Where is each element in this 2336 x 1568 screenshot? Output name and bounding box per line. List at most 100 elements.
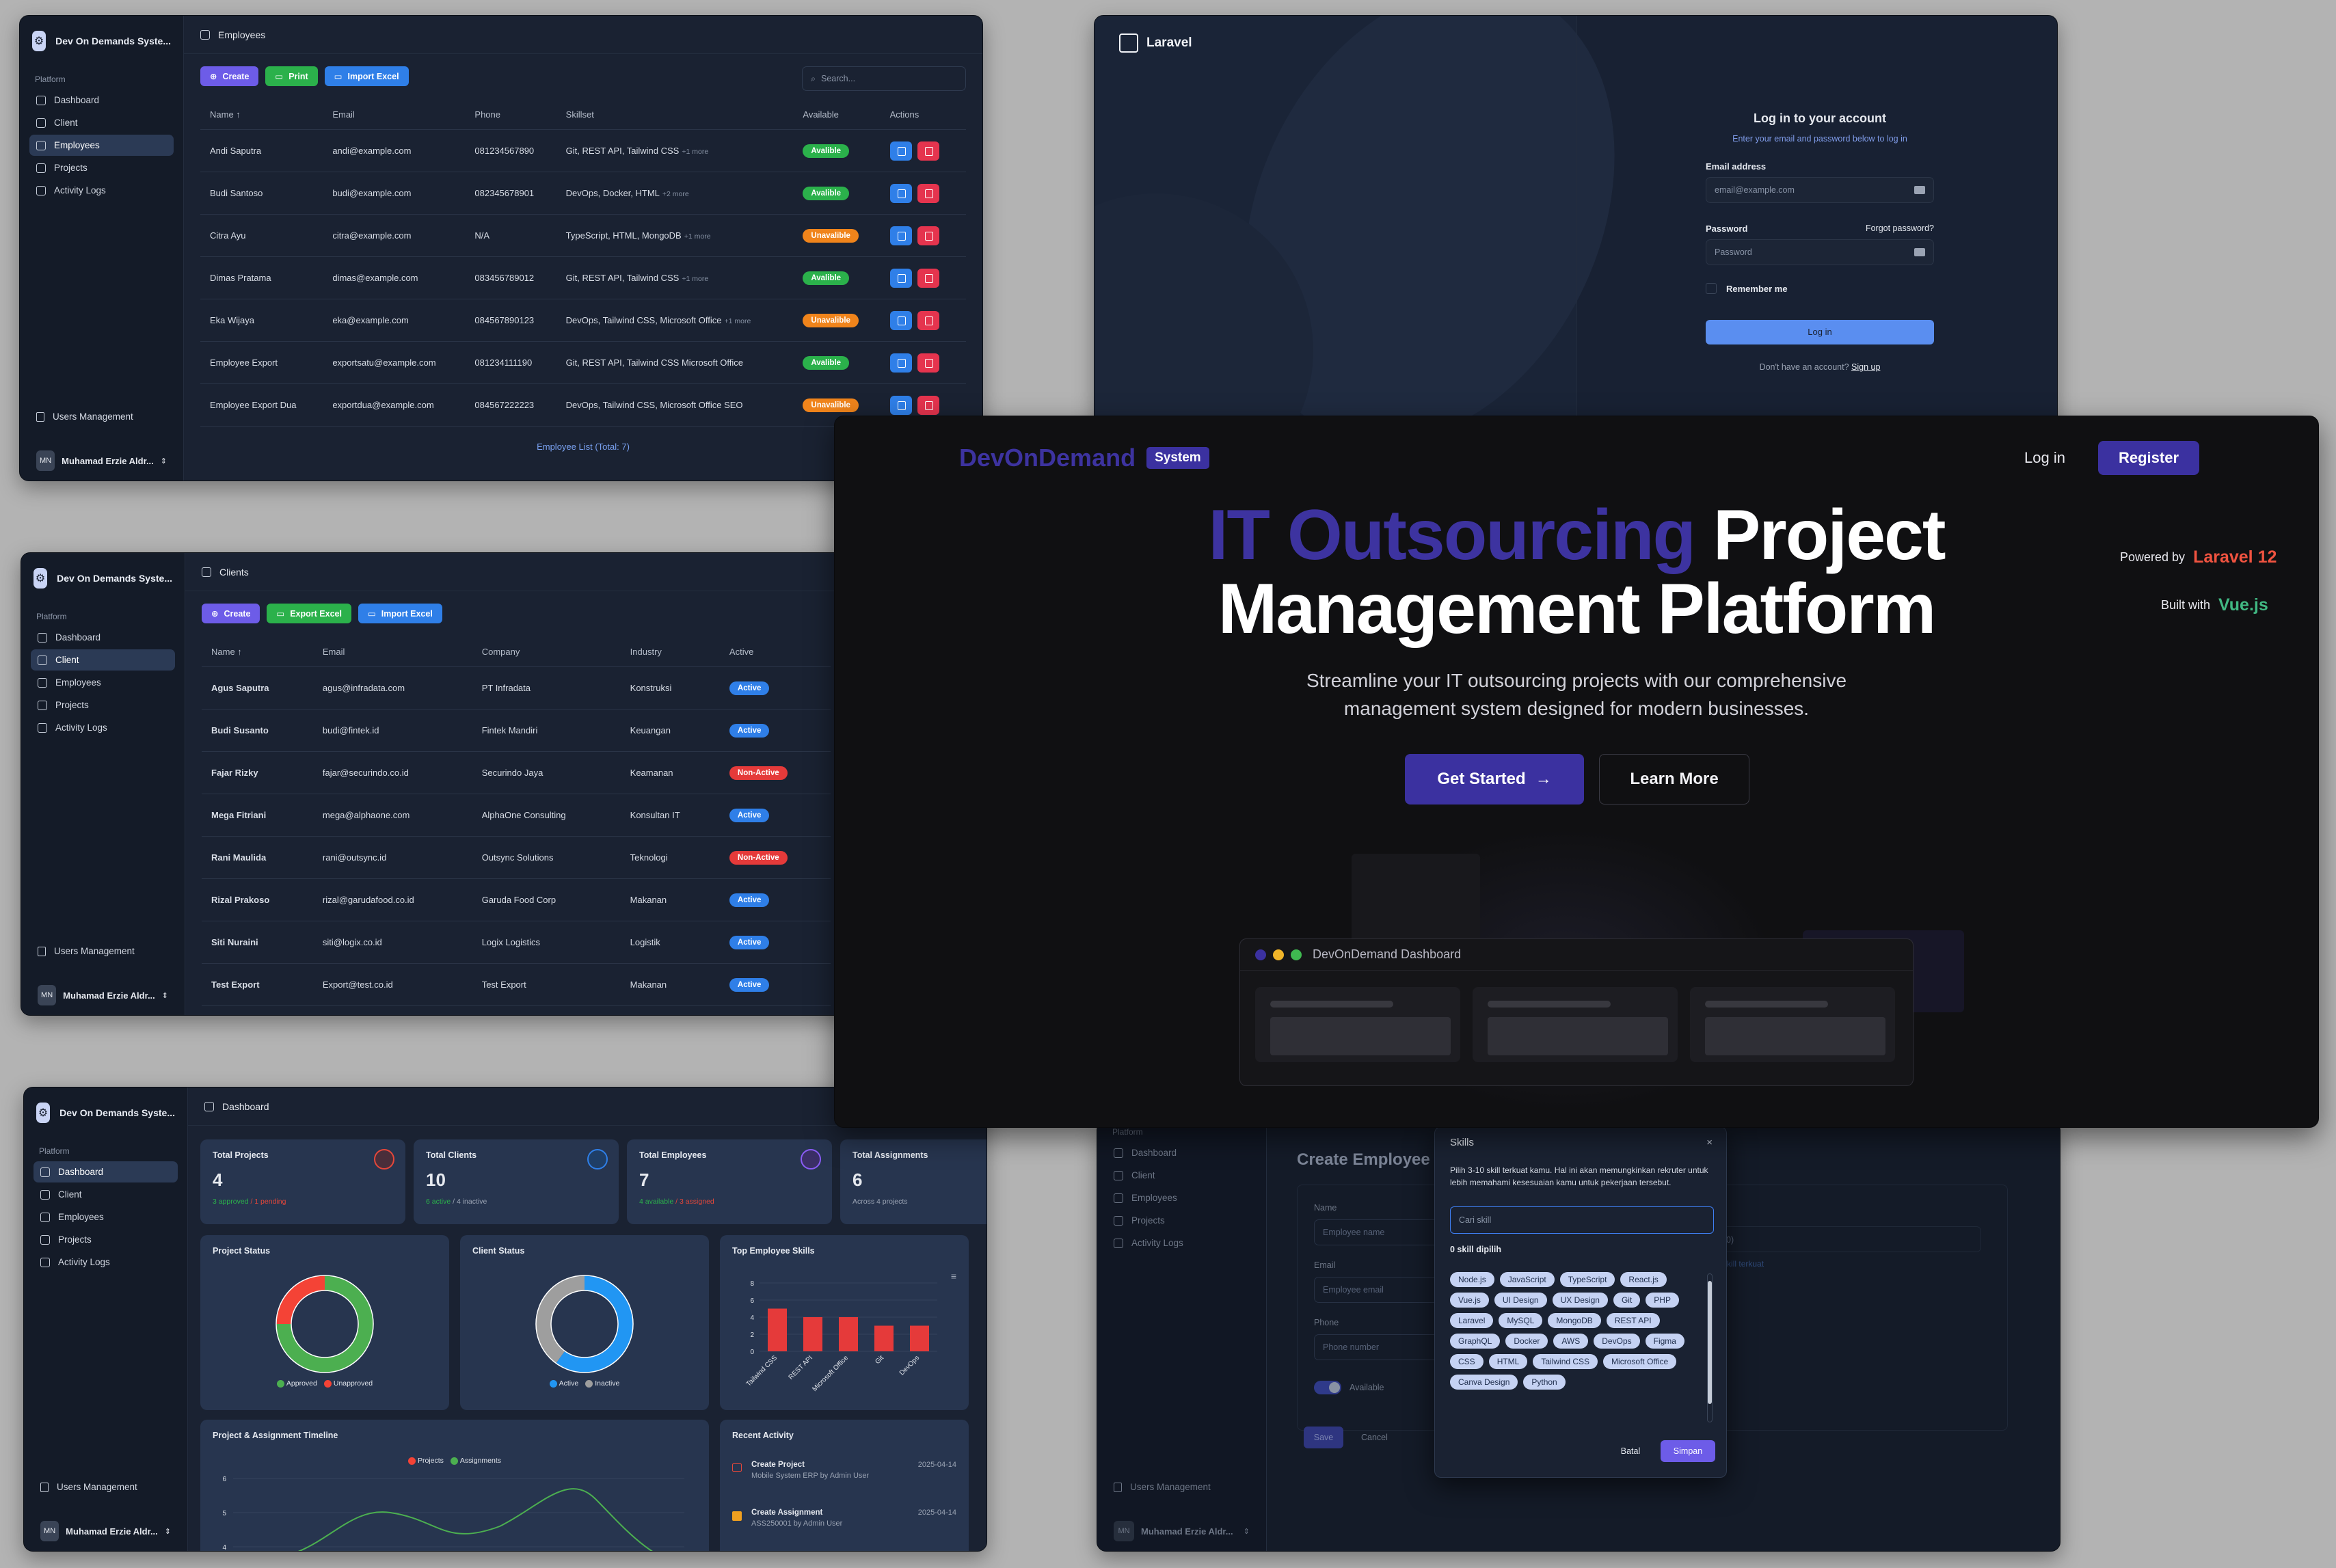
trash-icon[interactable] (917, 353, 939, 373)
skill-chip[interactable]: REST API (1606, 1313, 1660, 1328)
table-row[interactable]: Siti Nuraini siti@logix.co.id Logix Logist… (202, 921, 831, 964)
phone-field[interactable]: Phone number (1314, 1334, 1451, 1360)
skill-chip[interactable]: PHP (1646, 1293, 1679, 1308)
edit-icon[interactable] (889, 141, 912, 161)
sidebar-item-projects[interactable]: Projects (29, 157, 174, 178)
user-menu[interactable]: MN Muhamad Erzie Aldr... ⇕ (29, 446, 174, 481)
edit-icon[interactable] (889, 226, 912, 245)
bar-tailwind-css[interactable] (768, 1308, 787, 1352)
bar-microsoft-office[interactable] (839, 1317, 858, 1351)
chips-scrollbar[interactable] (1707, 1273, 1713, 1422)
edit-icon[interactable] (889, 310, 912, 330)
table-row[interactable]: Eka Wijaya eka@example.com 084567890123 Dev… (200, 299, 966, 342)
sidebar-item-employees[interactable]: Employees (1107, 1187, 1257, 1208)
table-row[interactable]: Andi Saputra andi@example.com 081234567890… (200, 129, 966, 172)
skill-chip[interactable]: Docker (1505, 1334, 1548, 1349)
import-excel-button[interactable]: ▭ Import Excel (324, 66, 409, 86)
bar-git[interactable] (874, 1325, 894, 1352)
cancel-button[interactable]: Batal (1613, 1440, 1648, 1462)
remember-row[interactable]: Remember me (1706, 283, 1934, 294)
sidebar-item-projects[interactable]: Projects (1107, 1210, 1257, 1231)
skill-chip[interactable]: CSS (1450, 1354, 1484, 1369)
table-row[interactable]: Rani Maulida rani@outsync.id Outsync Solut… (202, 836, 831, 879)
user-menu[interactable]: MN Muhamad Erzie Aldr... ⇕ (1107, 1517, 1257, 1551)
learn-more-button[interactable]: Learn More (1599, 754, 1749, 805)
sidebar-item-activity-logs[interactable]: Activity Logs (33, 1252, 178, 1273)
series-assignments[interactable] (254, 1488, 691, 1552)
user-menu[interactable]: MN Muhamad Erzie Aldr... ⇕ (33, 1517, 178, 1551)
close-icon[interactable]: × (1706, 1137, 1713, 1148)
table-row[interactable]: Agus Saputra agus@infradata.com PT Infrada… (202, 666, 831, 709)
forgot-password-link[interactable]: Forgot password? (1866, 224, 1934, 234)
password-field[interactable]: Password (1706, 239, 1934, 265)
skill-chip[interactable]: AWS (1553, 1334, 1589, 1349)
edit-icon[interactable] (889, 183, 912, 203)
skill-chip[interactable]: UX Design (1552, 1293, 1608, 1308)
sidebar-item-client[interactable]: Client (31, 649, 175, 671)
table-row[interactable]: Fajar Rizky fajar@securindo.co.id Securind… (202, 751, 831, 794)
sidebar-item-employees[interactable]: Employees (33, 1206, 178, 1228)
password-manager-icon[interactable] (1914, 248, 1925, 256)
skill-chip[interactable]: Vue.js (1450, 1293, 1489, 1308)
skill-chip[interactable]: JavaScript (1499, 1272, 1555, 1287)
table-row[interactable]: Dimas Pratama dimas@example.com 0834567890… (200, 256, 966, 299)
sidebar-item-projects[interactable]: Projects (33, 1229, 178, 1250)
email-field[interactable]: Employee email (1314, 1277, 1451, 1303)
skill-chip[interactable]: Microsoft Office (1603, 1354, 1677, 1369)
skill-chip[interactable]: Figma (1645, 1334, 1684, 1349)
available-toggle[interactable] (1314, 1381, 1341, 1394)
trash-icon[interactable] (917, 226, 939, 245)
skill-chip[interactable]: React.js (1620, 1272, 1667, 1287)
skill-search-input[interactable]: Cari skill (1450, 1206, 1714, 1234)
sidebar-item-client[interactable]: Client (29, 112, 174, 133)
skill-chip[interactable]: MongoDB (1548, 1313, 1601, 1328)
trash-icon[interactable] (917, 268, 939, 288)
sidebar-item-employees[interactable]: Employees (29, 135, 174, 156)
register-button[interactable]: Register (2098, 441, 2200, 475)
export-excel-button[interactable]: ▭ Export Excel (267, 604, 351, 623)
activity-item[interactable]: Create Assignment ASS250001 by Admin User… (732, 1509, 956, 1528)
save-button[interactable]: Save (1304, 1427, 1343, 1448)
column-header[interactable]: Name ↑ (200, 100, 323, 130)
sidebar-item-client[interactable]: Client (1107, 1165, 1257, 1186)
cancel-button[interactable]: Cancel (1361, 1427, 1388, 1448)
sidebar-item-activity-logs[interactable]: Activity Logs (1107, 1232, 1257, 1254)
skill-chip[interactable]: DevOps (1594, 1334, 1640, 1349)
activity-item[interactable]: Create Project Mobile System ERP by Admin… (732, 1461, 956, 1480)
name-field[interactable]: Employee name (1314, 1219, 1451, 1245)
print-button[interactable]: ▭ Print (265, 66, 318, 86)
trash-icon[interactable] (917, 310, 939, 330)
skill-chip[interactable]: UI Design (1494, 1293, 1547, 1308)
get-started-button[interactable]: Get Started → (1405, 754, 1584, 805)
table-row[interactable]: Employee Export exportsatu@example.com 081… (200, 341, 966, 384)
skill-chip[interactable]: MySQL (1499, 1313, 1543, 1328)
sidebar-toggle-icon[interactable] (202, 567, 211, 577)
save-button[interactable]: Simpan (1661, 1440, 1715, 1462)
scroll-thumb[interactable] (1708, 1281, 1712, 1404)
trash-icon[interactable] (917, 141, 939, 161)
sidebar-item-dashboard[interactable]: Dashboard (33, 1161, 178, 1182)
trash-icon[interactable] (917, 183, 939, 203)
table-row[interactable]: Rizal Prakoso rizal@garudafood.co.id Garud… (202, 878, 831, 921)
import-excel-button[interactable]: ▭ Import Excel (358, 604, 442, 623)
table-row[interactable]: Budi Santoso budi@example.com 082345678901… (200, 172, 966, 215)
sidebar-item-activity-logs[interactable]: Activity Logs (31, 717, 175, 738)
remember-checkbox[interactable] (1706, 283, 1717, 294)
password-manager-icon[interactable] (1914, 186, 1925, 194)
sidebar-toggle-icon[interactable] (204, 1101, 214, 1111)
login-link[interactable]: Log in (2024, 449, 2065, 467)
menu-icon[interactable]: ≡ (951, 1271, 956, 1282)
table-row[interactable]: Budi Susanto budi@fintek.id Fintek Mandiri… (202, 709, 831, 752)
table-row[interactable]: Mega Fitriani mega@alphaone.com AlphaOne C… (202, 794, 831, 837)
email-field[interactable]: email@example.com (1706, 177, 1934, 203)
create-button[interactable]: ⊕ Create (200, 66, 259, 86)
create-button[interactable]: ⊕ Create (202, 604, 260, 623)
brand-logo[interactable]: DevOnDemand System (959, 444, 1209, 472)
skill-chip[interactable]: Tailwind CSS (1533, 1354, 1598, 1369)
skill-chip[interactable]: Node.js (1450, 1272, 1494, 1287)
sidebar-item-dashboard[interactable]: Dashboard (29, 90, 174, 111)
skill-chip[interactable]: HTML (1488, 1354, 1528, 1369)
brand[interactable]: ⚙ Dev On Demands Syste... (24, 1087, 187, 1138)
users-management-link[interactable]: Users Management (31, 941, 175, 962)
sidebar-item-dashboard[interactable]: Dashboard (31, 627, 175, 648)
